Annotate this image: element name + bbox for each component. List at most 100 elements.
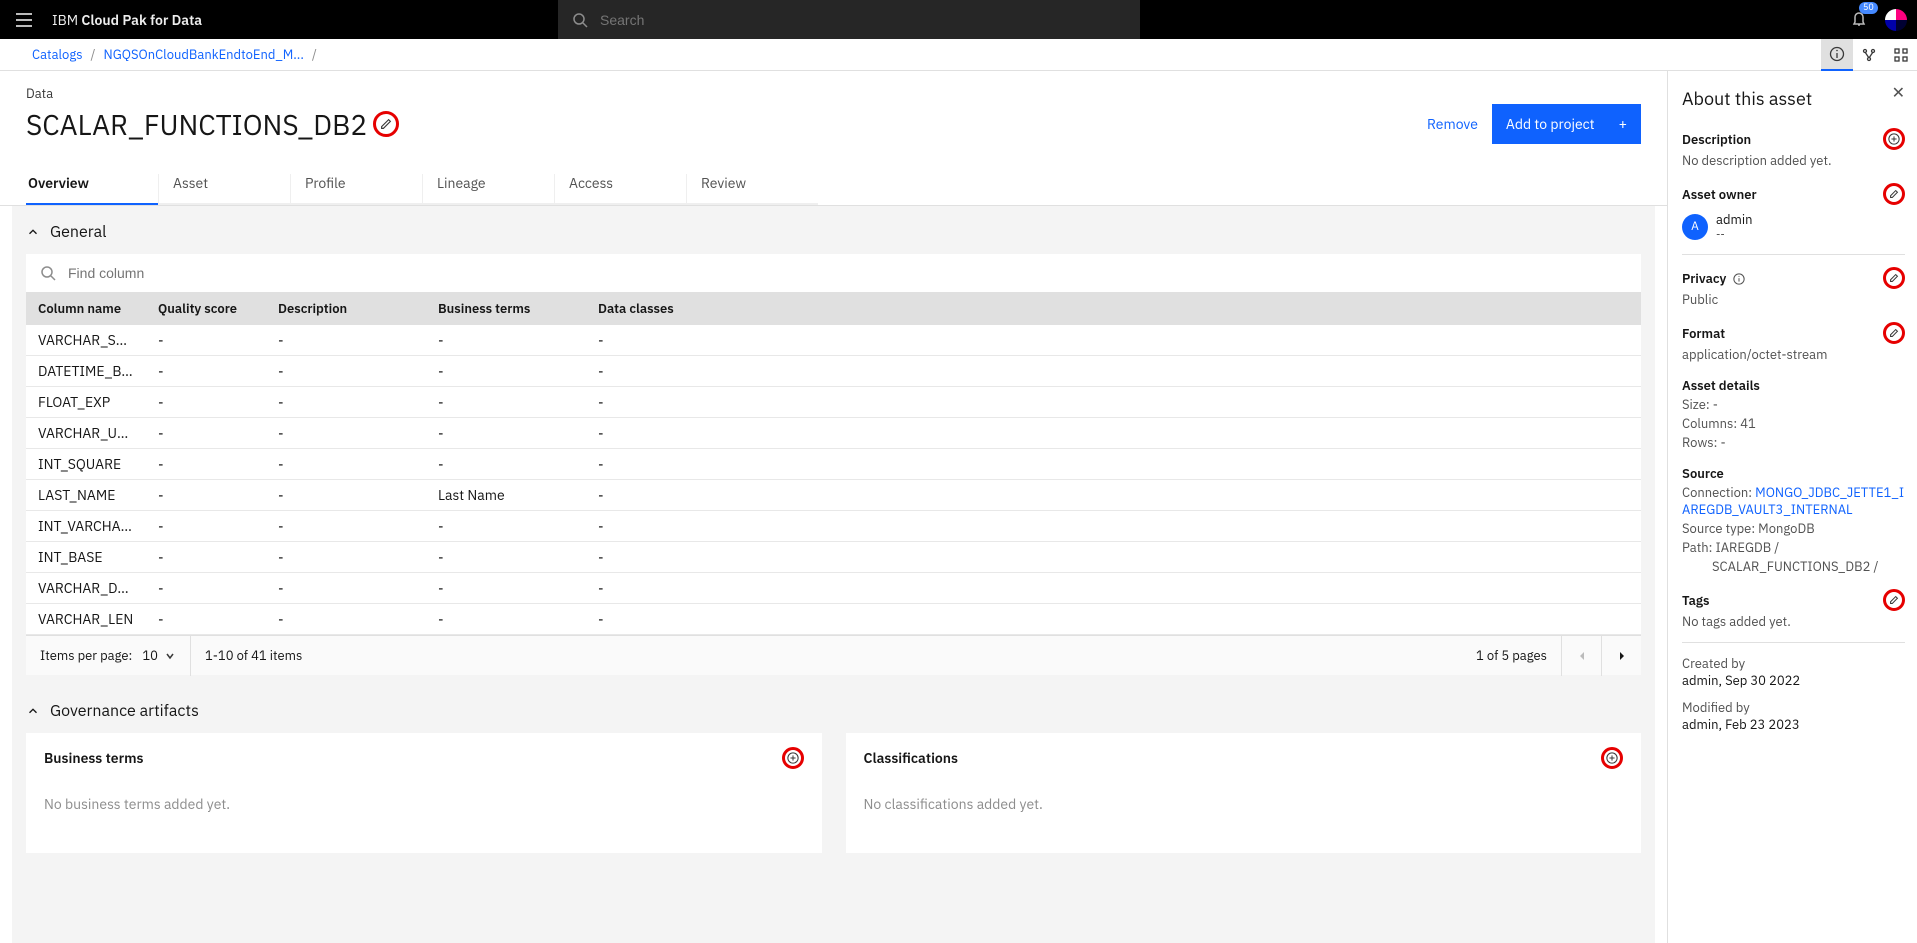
global-search[interactable]	[558, 0, 1140, 39]
info-panel-toggle[interactable]	[1821, 39, 1853, 71]
privacy-label: Privacy	[1682, 270, 1726, 287]
tab-asset[interactable]: Asset	[158, 174, 290, 205]
table-row[interactable]: INT_BASE----	[26, 542, 1641, 573]
topbar-left: IBM Cloud Pak for Data	[0, 8, 558, 32]
format-label: Format	[1682, 325, 1725, 342]
th-description[interactable]: Description	[266, 292, 426, 325]
settings-icon[interactable]	[1885, 39, 1917, 71]
title-actions: Remove Add to project +	[1427, 104, 1641, 144]
table-cell: -	[426, 542, 586, 573]
table-cell: FLOAT_EXP	[26, 387, 146, 418]
ipp-select[interactable]: 10	[142, 647, 176, 664]
remove-button[interactable]: Remove	[1427, 115, 1478, 133]
tab-review[interactable]: Review	[686, 174, 818, 205]
tab-access[interactable]: Access	[554, 174, 686, 205]
breadcrumb-link-catalog[interactable]: NGQSOnCloudBankEndtoEnd_M...	[104, 46, 304, 63]
table-row[interactable]: LAST_NAME--Last Name-	[26, 480, 1641, 511]
table-cell: VARCHAR_SUBS...	[26, 325, 146, 356]
next-page-button[interactable]	[1601, 636, 1641, 676]
edit-tags-button[interactable]	[1883, 589, 1905, 611]
table-row[interactable]: FLOAT_EXP----	[26, 387, 1641, 418]
search-input[interactable]	[598, 11, 1126, 29]
connection-row: Connection: MONGO_JDBC_JETTE1_IAREGDB_VA…	[1682, 484, 1905, 518]
table-cell: -	[426, 573, 586, 604]
privacy-value: Public	[1682, 291, 1905, 308]
table-cell: -	[426, 325, 586, 356]
table-cell: -	[586, 418, 1641, 449]
topbar-right: 50	[1851, 8, 1917, 32]
avatar[interactable]	[1885, 9, 1907, 31]
edit-format-button[interactable]	[1883, 322, 1905, 344]
brand-bold: Cloud Pak for Data	[81, 11, 202, 29]
path-2: SCALAR_FUNCTIONS_DB2 /	[1682, 558, 1905, 575]
table-cell: -	[586, 325, 1641, 356]
notif-badge: 50	[1859, 2, 1878, 14]
table-cell: -	[266, 387, 426, 418]
table-row[interactable]: INT_VARCHAR_...----	[26, 511, 1641, 542]
table-cell: INT_BASE	[26, 542, 146, 573]
table-cell: -	[146, 542, 266, 573]
top-bar: IBM Cloud Pak for Data 50	[0, 0, 1917, 39]
general-heading[interactable]: General	[26, 222, 1641, 242]
table-row[interactable]: DATETIME_BAS...----	[26, 356, 1641, 387]
breadcrumb-row: Catalogs / NGQSOnCloudBankEndtoEnd_M... …	[0, 39, 1917, 71]
table-row[interactable]: VARCHAR_SUBS...----	[26, 325, 1641, 356]
table-cell: -	[146, 449, 266, 480]
table-row[interactable]: VARCHAR_UCASE----	[26, 418, 1641, 449]
table-row[interactable]: INT_SQUARE----	[26, 449, 1641, 480]
table-cell: -	[266, 480, 426, 511]
governance-label: Governance artifacts	[50, 701, 199, 721]
body: Data SCALAR_FUNCTIONS_DB2 Remove Add to …	[0, 71, 1917, 943]
desc-value: No description added yet.	[1682, 152, 1905, 169]
table-row[interactable]: VARCHAR_DATE----	[26, 573, 1641, 604]
columns-table: Column name Quality score Description Bu…	[26, 292, 1641, 635]
th-quality[interactable]: Quality score	[146, 292, 266, 325]
table-cell: INT_SQUARE	[26, 449, 146, 480]
notifications-icon[interactable]: 50	[1851, 8, 1867, 32]
th-data-classes[interactable]: Data classes	[586, 292, 1641, 325]
table-cell: Last Name	[426, 480, 586, 511]
add-to-project-button[interactable]: Add to project +	[1492, 104, 1641, 144]
relationships-icon[interactable]	[1853, 39, 1885, 71]
path-1: IAREGDB /	[1716, 539, 1780, 556]
table-cell: VARCHAR_LEN	[26, 604, 146, 635]
table-cell: -	[426, 387, 586, 418]
breadcrumb: Catalogs / NGQSOnCloudBankEndtoEnd_M... …	[0, 46, 317, 63]
close-icon[interactable]: ✕	[1892, 83, 1905, 103]
prev-page-button[interactable]	[1561, 636, 1601, 676]
table-cell: -	[146, 418, 266, 449]
add-classification-button[interactable]	[1601, 747, 1623, 769]
breadcrumb-link-catalogs[interactable]: Catalogs	[32, 46, 83, 63]
cols-value: Columns: 41	[1682, 415, 1905, 432]
title-left: SCALAR_FUNCTIONS_DB2	[26, 106, 399, 143]
add-business-term-button[interactable]	[782, 747, 804, 769]
tab-lineage[interactable]: Lineage	[422, 174, 554, 205]
edit-title-button[interactable]	[373, 111, 399, 137]
owner-row: A admin --	[1682, 211, 1905, 242]
table-cell: -	[426, 418, 586, 449]
owner-role: --	[1716, 228, 1752, 242]
tab-overview[interactable]: Overview	[26, 174, 158, 205]
info-icon[interactable]	[1733, 273, 1745, 285]
cl-label: Classifications	[864, 749, 959, 767]
edit-owner-button[interactable]	[1883, 183, 1905, 205]
table-cell: -	[266, 511, 426, 542]
plus-icon: +	[1619, 115, 1627, 133]
governance-cards: Business terms No business terms added y…	[26, 733, 1641, 853]
details-label: Asset details	[1682, 377, 1905, 394]
th-business-terms[interactable]: Business terms	[426, 292, 586, 325]
menu-icon[interactable]	[10, 8, 34, 32]
edit-privacy-button[interactable]	[1883, 267, 1905, 289]
governance-heading[interactable]: Governance artifacts	[26, 701, 1641, 721]
chevron-down-icon	[26, 704, 40, 718]
add-description-button[interactable]	[1883, 128, 1905, 150]
owner-avatar: A	[1682, 214, 1708, 240]
rows-value: Rows: -	[1682, 434, 1905, 451]
table-cell: -	[266, 449, 426, 480]
tab-profile[interactable]: Profile	[290, 174, 422, 205]
th-column-name[interactable]: Column name	[26, 292, 146, 325]
column-search[interactable]	[26, 254, 1641, 292]
table-cell: LAST_NAME	[26, 480, 146, 511]
table-row[interactable]: VARCHAR_LEN----	[26, 604, 1641, 635]
column-search-input[interactable]	[66, 264, 1627, 282]
